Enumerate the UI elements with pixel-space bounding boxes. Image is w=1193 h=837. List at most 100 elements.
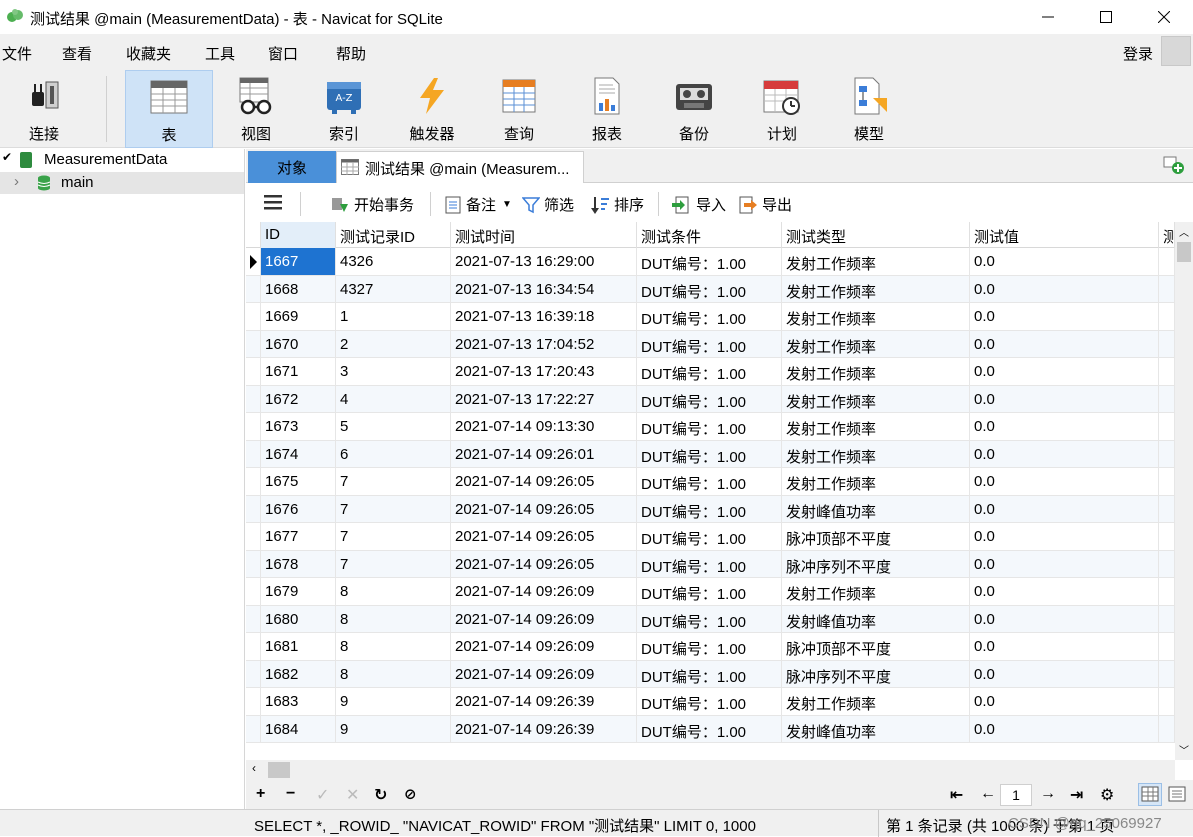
vertical-scrollbar[interactable]: ︿ ﹀: [1175, 222, 1193, 760]
cell-test-time[interactable]: 2021-07-13 16:39:18: [451, 303, 637, 330]
table-row[interactable]: 1677 7 2021-07-14 09:26:05 DUT编号：1.00 脉冲顶部不平…: [246, 523, 1175, 551]
cell-truncated[interactable]: [1159, 550, 1175, 578]
cell-test-type[interactable]: 发射峰值功率: [782, 495, 970, 523]
cell-id[interactable]: 1673: [261, 413, 336, 440]
cell-test-value[interactable]: 0.0: [970, 275, 1159, 303]
column-header-truncated[interactable]: 测: [1159, 222, 1175, 248]
tree-database-node[interactable]: › main: [0, 172, 244, 194]
cell-test-time[interactable]: 2021-07-14 09:26:09: [451, 605, 637, 633]
cell-test-type[interactable]: 发射工作频率: [782, 468, 970, 495]
row-selector[interactable]: [246, 385, 261, 413]
table-row[interactable]: 1683 9 2021-07-14 09:26:39 DUT编号：1.00 发射工作频率…: [246, 688, 1175, 716]
toolbar-connect-button[interactable]: 连接: [0, 70, 88, 148]
cell-test-value[interactable]: 0.0: [970, 358, 1159, 385]
menu-window[interactable]: 窗口: [268, 43, 298, 64]
toolbar-index-button[interactable]: A-Z 索引: [300, 70, 388, 148]
delete-record-icon[interactable]: −: [286, 785, 295, 803]
table-row[interactable]: 1668 4327 2021-07-13 16:34:54 DUT编号：1.00 发射工…: [246, 275, 1175, 303]
cell-truncated[interactable]: [1159, 275, 1175, 303]
cell-test-type[interactable]: 发射工作频率: [782, 248, 970, 275]
table-row[interactable]: 1682 8 2021-07-14 09:26:09 DUT编号：1.00 脉冲序列不平…: [246, 660, 1175, 688]
cell-truncated[interactable]: [1159, 605, 1175, 633]
toolbar-schedule-button[interactable]: 计划: [738, 70, 826, 148]
minimize-button[interactable]: [1019, 0, 1077, 34]
form-view-icon[interactable]: [1166, 784, 1188, 808]
cell-id[interactable]: 1671: [261, 358, 336, 385]
close-window-button[interactable]: [1135, 0, 1193, 34]
cell-test-value[interactable]: 0.0: [970, 413, 1159, 440]
chevron-down-icon[interactable]: ✔: [2, 150, 12, 164]
cell-test-condition[interactable]: DUT编号：1.00: [637, 660, 782, 688]
row-selector[interactable]: [246, 303, 261, 330]
cell-id[interactable]: 1684: [261, 715, 336, 743]
cell-test-condition[interactable]: DUT编号：1.00: [637, 550, 782, 578]
cell-test-type[interactable]: 发射工作频率: [782, 440, 970, 468]
page-number-input[interactable]: 1: [1000, 784, 1032, 806]
new-tab-icon[interactable]: [1163, 155, 1185, 175]
cell-truncated[interactable]: [1159, 413, 1175, 440]
cell-test-value[interactable]: 0.0: [970, 468, 1159, 495]
cell-test-type[interactable]: 发射工作频率: [782, 358, 970, 385]
cell-test-time[interactable]: 2021-07-13 16:34:54: [451, 275, 637, 303]
table-row[interactable]: 1667 4326 2021-07-13 16:29:00 DUT编号：1.00 发射工…: [246, 248, 1175, 276]
menu-file[interactable]: 文件: [2, 43, 32, 64]
toolbar-backup-button[interactable]: 备份: [650, 70, 738, 148]
cell-id[interactable]: 1682: [261, 660, 336, 688]
cell-test-type[interactable]: 脉冲序列不平度: [782, 550, 970, 578]
cell-truncated[interactable]: [1159, 715, 1175, 743]
cell-test-value[interactable]: 0.0: [970, 715, 1159, 743]
column-header-test-time[interactable]: 测试时间: [451, 222, 637, 248]
cell-id[interactable]: 1668: [261, 275, 336, 303]
cell-record-id[interactable]: 4327: [336, 275, 451, 303]
cell-truncated[interactable]: [1159, 303, 1175, 330]
cell-truncated[interactable]: [1159, 495, 1175, 523]
cell-test-time[interactable]: 2021-07-14 09:26:39: [451, 688, 637, 715]
cell-test-condition[interactable]: DUT编号：1.00: [637, 440, 782, 468]
table-row[interactable]: 1674 6 2021-07-14 09:26:01 DUT编号：1.00 发射工作频率…: [246, 440, 1175, 468]
cell-record-id[interactable]: 7: [336, 550, 451, 578]
column-header-test-value[interactable]: 测试值: [970, 222, 1159, 248]
cell-test-type[interactable]: 发射工作频率: [782, 330, 970, 358]
cell-test-condition[interactable]: DUT编号：1.00: [637, 495, 782, 523]
filter-button[interactable]: 筛选: [522, 194, 574, 215]
table-row[interactable]: 1679 8 2021-07-14 09:26:09 DUT编号：1.00 发射工作频率…: [246, 578, 1175, 606]
cell-test-condition[interactable]: DUT编号：1.00: [637, 358, 782, 385]
cell-truncated[interactable]: [1159, 330, 1175, 358]
cell-test-type[interactable]: 发射峰值功率: [782, 715, 970, 743]
cell-test-condition[interactable]: DUT编号：1.00: [637, 688, 782, 715]
data-grid[interactable]: ID 测试记录ID 测试时间 测试条件 测试类型 测试值 测 166743262…: [246, 222, 1175, 760]
table-row[interactable]: 1680 8 2021-07-14 09:26:09 DUT编号：1.00 发射峰值功率…: [246, 605, 1175, 633]
cell-record-id[interactable]: 9: [336, 688, 451, 715]
cell-test-value[interactable]: 0.0: [970, 330, 1159, 358]
tree-connection-node[interactable]: ✔ MeasurementData: [0, 149, 244, 171]
table-row[interactable]: 1681 8 2021-07-14 09:26:09 DUT编号：1.00 脉冲顶部不平…: [246, 633, 1175, 661]
column-header-test-type[interactable]: 测试类型: [782, 222, 970, 248]
cell-id[interactable]: 1679: [261, 578, 336, 605]
cell-test-condition[interactable]: DUT编号：1.00: [637, 330, 782, 358]
vertical-scroll-thumb[interactable]: [1177, 242, 1191, 262]
cell-test-condition[interactable]: DUT编号：1.00: [637, 523, 782, 550]
discard-changes-icon[interactable]: ✕: [346, 785, 359, 805]
cell-record-id[interactable]: 3: [336, 358, 451, 385]
toolbar-model-button[interactable]: 模型: [825, 70, 913, 148]
row-selector[interactable]: [246, 275, 261, 303]
cell-test-condition[interactable]: DUT编号：1.00: [637, 578, 782, 605]
menu-help[interactable]: 帮助: [336, 43, 366, 64]
cell-id[interactable]: 1677: [261, 523, 336, 550]
cell-truncated[interactable]: [1159, 248, 1175, 275]
chevron-right-icon[interactable]: ›: [14, 173, 19, 190]
toolbar-table-button[interactable]: 表: [125, 70, 213, 148]
cell-test-time[interactable]: 2021-07-13 16:29:00: [451, 248, 637, 275]
cell-id[interactable]: 1680: [261, 605, 336, 633]
cell-id[interactable]: 1669: [261, 303, 336, 330]
row-selector[interactable]: [246, 715, 261, 743]
tab-table-result[interactable]: 测试结果 @main (Measurem...: [336, 151, 584, 183]
cell-test-type[interactable]: 发射峰值功率: [782, 605, 970, 633]
row-selector[interactable]: [246, 523, 261, 550]
cell-id[interactable]: 1683: [261, 688, 336, 715]
cell-test-condition[interactable]: DUT编号：1.00: [637, 715, 782, 743]
scroll-up-icon[interactable]: ︿: [1179, 224, 1189, 239]
cell-test-value[interactable]: 0.0: [970, 633, 1159, 660]
begin-transaction-button[interactable]: 开始事务: [330, 194, 414, 215]
cell-truncated[interactable]: [1159, 385, 1175, 413]
